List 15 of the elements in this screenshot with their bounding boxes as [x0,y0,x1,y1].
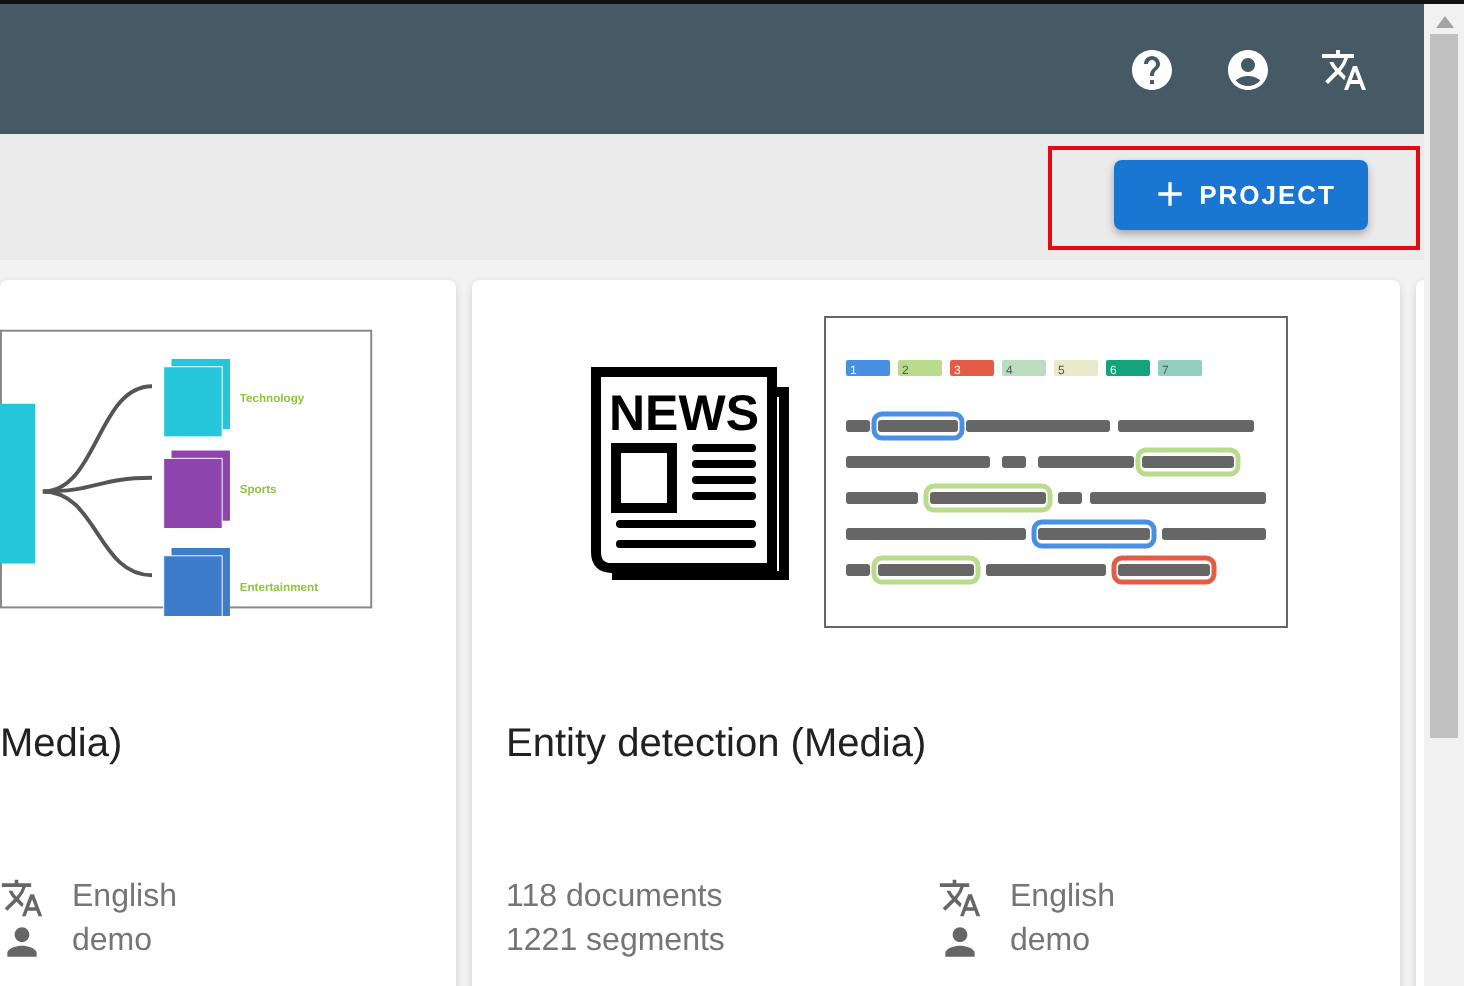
project-owner: demo [72,922,155,962]
help-icon[interactable] [1128,45,1176,93]
project-title: Entity detection (Media) [506,722,929,768]
scrollbar-thumb[interactable] [1430,34,1458,738]
project-language: English [72,878,177,918]
project-stat: 1221 segments [506,922,727,962]
account-icon[interactable] [1224,45,1272,93]
project-stat: 118 documents [506,878,725,918]
translate-icon [0,876,44,920]
project-owner: demo [1010,922,1093,962]
translate-icon[interactable] [1320,45,1368,93]
new-project-button[interactable]: PROJECT [1113,159,1368,229]
project-language: English [1010,878,1115,918]
translate-icon [938,876,982,920]
project-title: Media) [0,722,125,768]
